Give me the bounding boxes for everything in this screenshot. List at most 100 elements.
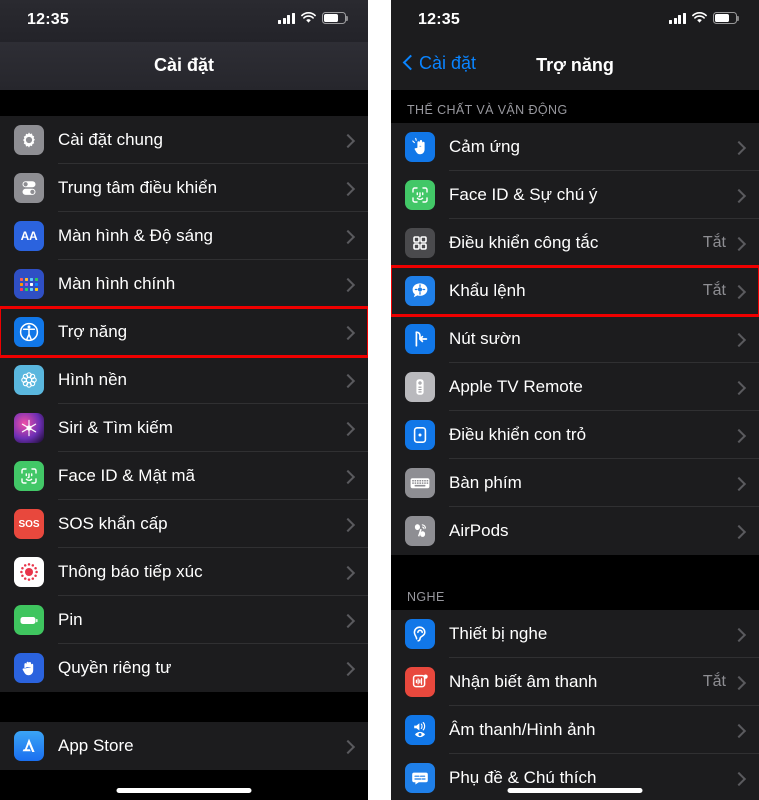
- list-item-label: SOS khẩn cấp: [58, 514, 168, 533]
- list-item[interactable]: Phụ đề & Chú thích: [391, 754, 759, 800]
- home-screen-icon: [14, 269, 44, 299]
- list-item-label: Hình nền: [58, 370, 127, 389]
- face-id-icon: [14, 461, 44, 491]
- siri-icon: [14, 413, 44, 443]
- status-bar-left: 12:35: [0, 0, 368, 42]
- list-item[interactable]: Apple TV Remote: [391, 363, 759, 411]
- right-phone-screen: 12:35 Cài đặt Trợ năng THỂ CHẤT VÀ VẬN Đ…: [391, 0, 759, 800]
- list-item-label: Trung tâm điều khiển: [58, 178, 218, 197]
- accessibility-group-hearing: Thiết bị nghe Nhận biết âm thanh Tắt Âm …: [391, 610, 759, 800]
- list-item[interactable]: Điều khiển công tắc Tắt: [391, 219, 759, 267]
- list-item[interactable]: Hình nền: [0, 356, 368, 404]
- pointer-control-icon: [405, 420, 435, 450]
- row-value: Tắt: [702, 673, 726, 690]
- app-store-icon: [14, 731, 44, 761]
- chevron-right-icon: [343, 661, 352, 676]
- list-item[interactable]: Cảm ứng: [391, 123, 759, 171]
- list-item-label: Pin: [58, 610, 83, 629]
- list-item[interactable]: Âm thanh/Hình ảnh: [391, 706, 759, 754]
- chevron-right-icon: [734, 428, 743, 443]
- tv-remote-icon: [405, 372, 435, 402]
- accessibility-icon: [14, 317, 44, 347]
- accessibility-list[interactable]: THỂ CHẤT VÀ VẬN ĐỘNG Cảm ứng Face ID & S…: [391, 90, 759, 800]
- list-item-label: Âm thanh/Hình ảnh: [449, 720, 596, 739]
- list-item[interactable]: Face ID & Mật mã: [0, 452, 368, 500]
- chevron-right-icon: [343, 133, 352, 148]
- touch-icon: [405, 132, 435, 162]
- list-item[interactable]: Trung tâm điều khiển: [0, 164, 368, 212]
- chevron-right-icon: [734, 771, 743, 786]
- accessibility-group-physical: Cảm ứng Face ID & Sự chú ý Điều khiển cô…: [391, 123, 759, 555]
- list-item[interactable]: Thiết bị nghe: [391, 610, 759, 658]
- list-item-label: Siri & Tìm kiếm: [58, 418, 173, 437]
- group-gap: [391, 555, 759, 577]
- chevron-right-icon: [343, 565, 352, 580]
- chevron-right-icon: [343, 517, 352, 532]
- list-item-label: Thông báo tiếp xúc: [58, 562, 203, 581]
- control-center-icon: [14, 173, 44, 203]
- chevron-right-icon: [734, 723, 743, 738]
- list-item[interactable]: SOS SOS khẩn cấp: [0, 500, 368, 548]
- list-item-label: Nhận biết âm thanh: [449, 672, 598, 691]
- home-indicator[interactable]: [507, 788, 643, 793]
- list-item[interactable]: Siri & Tìm kiếm: [0, 404, 368, 452]
- battery-icon: [14, 605, 44, 635]
- list-item-label: Face ID & Mật mã: [58, 466, 195, 485]
- list-item[interactable]: Nhận biết âm thanh Tắt: [391, 658, 759, 706]
- settings-list-left[interactable]: Cài đặt chung Trung tâm điều khiển AA Mà…: [0, 90, 368, 800]
- list-item[interactable]: Cài đặt chung: [0, 116, 368, 164]
- battery-icon: [322, 12, 349, 24]
- chevron-right-icon: [343, 421, 352, 436]
- list-item-label: Trợ năng: [58, 322, 128, 341]
- page-title: Cài đặt: [153, 55, 214, 75]
- display-brightness-icon: AA: [14, 221, 44, 251]
- keyboard-icon: [405, 468, 435, 498]
- sound-recognition-icon: [405, 667, 435, 697]
- status-bar-clock: 12:35: [418, 11, 460, 28]
- section-header-physical: THỂ CHẤT VÀ VẬN ĐỘNG: [391, 90, 759, 123]
- settings-group-1: Cài đặt chung Trung tâm điều khiển AA Mà…: [0, 116, 368, 692]
- list-item-label: Điều khiển con trỏ: [449, 425, 587, 444]
- chevron-right-icon: [734, 675, 743, 690]
- list-item[interactable]: Khẩu lệnh Tắt: [391, 265, 759, 317]
- audio-visual-icon: [405, 715, 435, 745]
- chevron-right-icon: [734, 380, 743, 395]
- chevron-right-icon: [343, 739, 352, 754]
- chevron-right-icon: [734, 140, 743, 155]
- list-item-label: Bàn phím: [449, 473, 522, 492]
- wifi-icon: [301, 12, 316, 24]
- list-item-label: Nút sườn: [449, 329, 521, 348]
- list-item-label: Apple TV Remote: [449, 377, 583, 396]
- list-item[interactable]: Face ID & Sự chú ý: [391, 171, 759, 219]
- screenshot-root: 12:35 Cài đặt Cài đặt chung Trung tâm đi…: [0, 0, 759, 800]
- face-id-icon: [405, 180, 435, 210]
- page-title: Trợ năng: [536, 55, 614, 75]
- list-item[interactable]: App Store: [0, 722, 368, 770]
- status-bar-clock: 12:35: [27, 11, 69, 28]
- list-item[interactable]: Thông báo tiếp xúc: [0, 548, 368, 596]
- sos-icon: SOS: [14, 509, 44, 539]
- list-item[interactable]: Quyền riêng tư: [0, 644, 368, 692]
- list-item[interactable]: AirPods: [391, 507, 759, 555]
- list-item-label: Khẩu lệnh: [449, 281, 526, 300]
- list-item[interactable]: Màn hình chính: [0, 260, 368, 308]
- row-value: Tắt: [702, 282, 726, 299]
- chevron-right-icon: [734, 236, 743, 251]
- chevron-right-icon: [734, 627, 743, 642]
- row-value: Tắt: [702, 234, 726, 251]
- settings-group-2: App Store: [0, 722, 368, 770]
- status-bar-icons: [278, 12, 349, 24]
- list-item[interactable]: Điều khiển con trỏ: [391, 411, 759, 459]
- list-item[interactable]: AA Màn hình & Độ sáng: [0, 212, 368, 260]
- list-item[interactable]: Pin: [0, 596, 368, 644]
- list-item[interactable]: Nút sườn: [391, 315, 759, 363]
- wifi-icon: [692, 12, 707, 24]
- list-item[interactable]: Bàn phím: [391, 459, 759, 507]
- list-top-spacer: [0, 90, 368, 116]
- panel-divider: [368, 0, 391, 800]
- list-item[interactable]: Trợ năng: [0, 306, 368, 358]
- cellular-signal-icon: [278, 12, 295, 24]
- group-gap: [0, 692, 368, 722]
- home-indicator[interactable]: [116, 788, 252, 793]
- list-item-label: App Store: [58, 736, 134, 755]
